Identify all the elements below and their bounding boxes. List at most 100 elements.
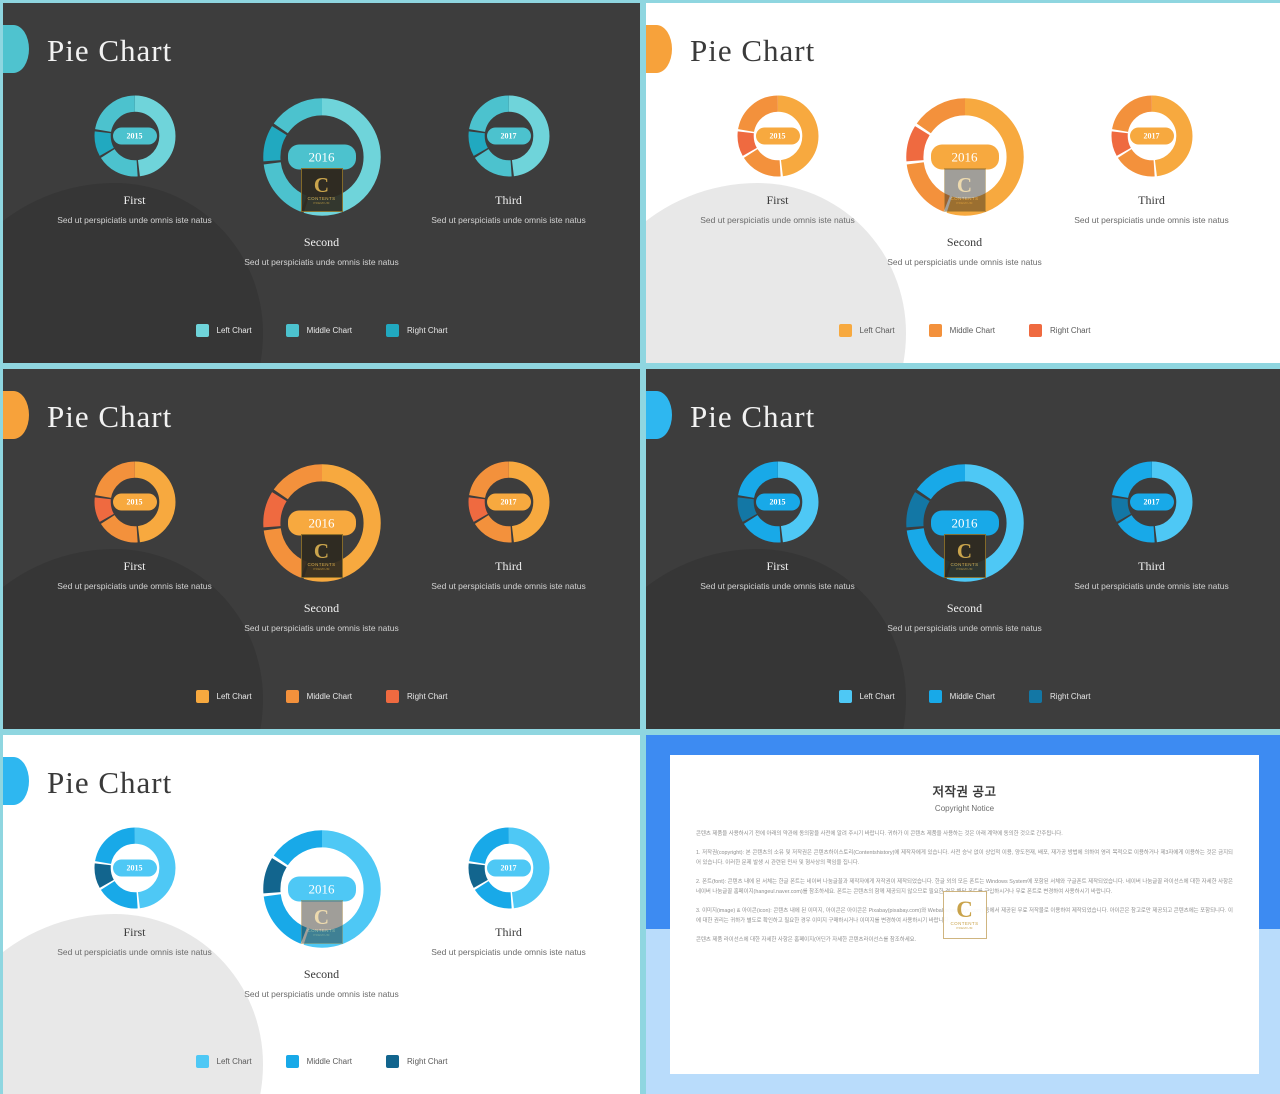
legend-swatch-icon: [386, 324, 400, 337]
donut-chart-2015[interactable]: 2015: [90, 457, 180, 547]
accent-tab: [3, 25, 29, 73]
slide-3[interactable]: Pie Chart 2015 First Sed ut perspiciatis…: [3, 369, 640, 729]
column-heading: Third: [1138, 193, 1165, 207]
contents-watermark-logo: C CONTENTS PREMIUM: [942, 890, 987, 939]
chart-column-second: 2016 C CONTENTS PREMIUM Second Sed ut pe…: [224, 823, 420, 1002]
chart-column-third: 2017 Third Sed ut perspiciatis unde omni…: [420, 823, 598, 960]
donut-chart-2015[interactable]: 2015: [733, 457, 823, 547]
legend-item-right[interactable]: Right Chart: [386, 1055, 447, 1068]
legend-label: Middle Chart: [306, 326, 353, 335]
legend-label: Middle Chart: [306, 1057, 353, 1066]
column-description: Sed ut perspiciatis unde omnis iste natu…: [431, 947, 586, 957]
legend-swatch-icon: [928, 324, 942, 337]
donut-chart-2016[interactable]: 2016 C CONTENTS PREMIUM: [899, 457, 1031, 589]
legend-swatch-icon: [1029, 690, 1043, 703]
legend-label: Right Chart: [1050, 692, 1091, 701]
legend-label: Middle Chart: [306, 692, 353, 701]
slide-5[interactable]: Pie Chart 2015 First Sed ut perspiciatis…: [3, 735, 640, 1094]
legend-item-middle[interactable]: Middle Chart: [285, 1055, 353, 1068]
charts-row: 2015 First Sed ut perspiciatis unde omni…: [646, 457, 1280, 636]
copyright-paper: 저작권 공고 Copyright Notice 콘텐츠 제품을 사용하시기 전에…: [670, 755, 1259, 1074]
donut-chart-2016[interactable]: 2016 C CONTENTS PREMIUM: [256, 91, 388, 223]
legend-item-right[interactable]: Right Chart: [1029, 324, 1090, 337]
donut-chart-2017[interactable]: 2017: [464, 457, 554, 547]
column-heading: Second: [303, 601, 340, 615]
legend-label: Right Chart: [1050, 326, 1091, 335]
legend-item-right[interactable]: Right Chart: [386, 690, 447, 703]
legend-item-right[interactable]: Right Chart: [1029, 690, 1090, 703]
legend-item-middle[interactable]: Middle Chart: [928, 324, 996, 337]
charts-row: 2015 First Sed ut perspiciatis unde omni…: [3, 823, 640, 1002]
column-description: Sed ut perspiciatis unde omnis iste natu…: [700, 581, 855, 591]
legend-item-right[interactable]: Right Chart: [386, 324, 447, 337]
legend-label: Middle Chart: [949, 326, 996, 335]
legend-item-left[interactable]: Left Chart: [195, 1055, 252, 1068]
column-description: Sed ut perspiciatis unde omnis iste natu…: [57, 947, 212, 957]
legend-label: Left Chart: [216, 692, 252, 701]
column-description: Sed ut perspiciatis unde omnis iste natu…: [700, 215, 855, 225]
page-title: Pie Chart: [690, 33, 816, 68]
column-description: Sed ut perspiciatis unde omnis iste natu…: [431, 581, 586, 591]
year-badge: 2016: [287, 144, 356, 170]
chart-column-first: 2015 First Sed ut perspiciatis unde omni…: [46, 91, 224, 228]
donut-chart-2015[interactable]: 2015: [733, 91, 823, 181]
donut-chart-2015[interactable]: 2015: [90, 91, 180, 181]
donut-chart-2016[interactable]: 2016 C CONTENTS PREMIUM: [899, 91, 1031, 223]
donut-chart-2016[interactable]: 2016 C CONTENTS PREMIUM: [256, 823, 388, 955]
column-heading: Second: [946, 601, 983, 615]
year-badge: 2015: [755, 493, 800, 511]
chart-legend: Left Chart Middle Chart Right Chart: [646, 324, 1280, 337]
legend-item-left[interactable]: Left Chart: [838, 690, 895, 703]
legend-item-middle[interactable]: Middle Chart: [928, 690, 996, 703]
legend-item-left[interactable]: Left Chart: [195, 690, 252, 703]
slide-4[interactable]: Pie Chart 2015 First Sed ut perspiciatis…: [646, 369, 1280, 729]
chart-column-third: 2017 Third Sed ut perspiciatis unde omni…: [420, 457, 598, 594]
legend-item-middle[interactable]: Middle Chart: [285, 690, 353, 703]
chart-column-second: 2016 C CONTENTS PREMIUM Second Sed ut pe…: [867, 91, 1063, 270]
slide-2[interactable]: Pie Chart 2015 First Sed ut perspiciatis…: [646, 3, 1280, 363]
column-heading: Second: [303, 235, 340, 249]
copyright-paragraph: 콘텐츠 제품을 사용하시기 전에 아래의 약관에 동의함을 사전에 알려 주시기…: [696, 831, 1063, 837]
donut-chart-2016[interactable]: 2016 C CONTENTS PREMIUM: [256, 457, 388, 589]
legend-swatch-icon: [838, 324, 852, 337]
chart-column-second: 2016 C CONTENTS PREMIUM Second Sed ut pe…: [867, 457, 1063, 636]
column-heading: First: [123, 193, 146, 207]
legend-swatch-icon: [195, 690, 209, 703]
donut-chart-2017[interactable]: 2017: [1107, 457, 1197, 547]
slide-deck-grid: Pie Chart 2015 First Sed ut perspiciatis…: [0, 0, 1280, 1094]
legend-label: Right Chart: [407, 1057, 448, 1066]
page-title: Pie Chart: [47, 765, 173, 800]
year-badge: 2015: [755, 127, 800, 145]
legend-label: Middle Chart: [949, 692, 996, 701]
legend-label: Left Chart: [216, 326, 252, 335]
chart-legend: Left Chart Middle Chart Right Chart: [3, 324, 640, 337]
donut-chart-2017[interactable]: 2017: [464, 91, 554, 181]
legend-swatch-icon: [195, 324, 209, 337]
accent-tab: [3, 391, 29, 439]
legend-item-left[interactable]: Left Chart: [195, 324, 252, 337]
legend-label: Right Chart: [407, 692, 448, 701]
legend-swatch-icon: [1029, 324, 1043, 337]
column-description: Sed ut perspiciatis unde omnis iste natu…: [887, 257, 1042, 267]
chart-column-third: 2017 Third Sed ut perspiciatis unde omni…: [1063, 457, 1241, 594]
year-badge: 2017: [486, 859, 531, 877]
charts-row: 2015 First Sed ut perspiciatis unde omni…: [3, 457, 640, 636]
chart-column-third: 2017 Third Sed ut perspiciatis unde omni…: [420, 91, 598, 228]
donut-chart-2017[interactable]: 2017: [1107, 91, 1197, 181]
column-heading: Third: [495, 193, 522, 207]
slide-6-copyright[interactable]: 저작권 공고 Copyright Notice 콘텐츠 제품을 사용하시기 전에…: [646, 735, 1280, 1094]
column-description: Sed ut perspiciatis unde omnis iste natu…: [244, 257, 399, 267]
legend-swatch-icon: [195, 1055, 209, 1068]
column-heading: First: [766, 193, 789, 207]
donut-chart-2017[interactable]: 2017: [464, 823, 554, 913]
slide-1[interactable]: Pie Chart 2015 First Sed ut perspiciatis…: [3, 3, 640, 363]
year-badge: 2016: [930, 144, 999, 170]
accent-tab: [646, 391, 672, 439]
legend-item-left[interactable]: Left Chart: [838, 324, 895, 337]
watermark-line2: PREMIUM: [956, 925, 973, 930]
donut-chart-2015[interactable]: 2015: [90, 823, 180, 913]
column-description: Sed ut perspiciatis unde omnis iste natu…: [57, 215, 212, 225]
legend-item-middle[interactable]: Middle Chart: [285, 324, 353, 337]
page-title: Pie Chart: [47, 33, 173, 68]
copyright-paragraph: 1. 저작권(copyright): 본 콘텐츠의 소유 및 저작권은 콘텐츠하…: [696, 850, 1233, 866]
